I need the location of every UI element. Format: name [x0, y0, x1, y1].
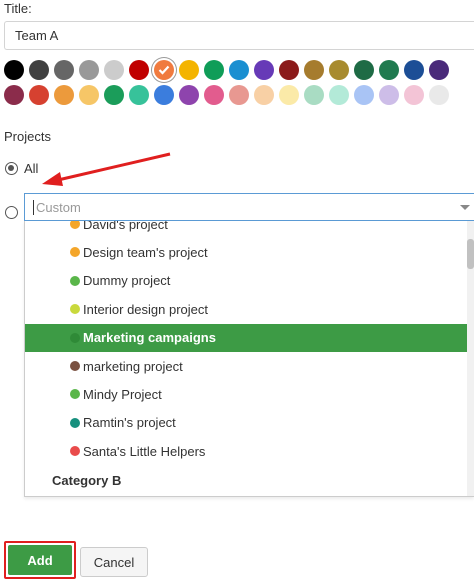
color-swatch[interactable]: [354, 85, 374, 105]
project-color-dot: [70, 221, 80, 229]
project-option-label: marketing project: [83, 358, 183, 374]
color-row-1: [4, 60, 474, 80]
title-input[interactable]: Team A: [4, 21, 474, 50]
color-swatch[interactable]: [304, 60, 324, 80]
color-swatch[interactable]: [304, 85, 324, 105]
color-swatch[interactable]: [154, 60, 174, 80]
color-row-2: [4, 85, 474, 105]
check-icon: [154, 60, 174, 80]
project-color-dot: [70, 389, 80, 400]
color-swatch[interactable]: [129, 60, 149, 80]
dropdown-scrollbar[interactable]: [467, 221, 474, 496]
project-color-dot: [70, 275, 80, 286]
color-swatch[interactable]: [54, 60, 74, 80]
project-option[interactable]: David's project: [25, 221, 468, 238]
color-swatch[interactable]: [429, 60, 449, 80]
project-option[interactable]: Marketing campaigns: [25, 323, 468, 352]
color-swatch[interactable]: [4, 85, 24, 105]
project-option-label: Santa's Little Helpers: [83, 443, 206, 459]
color-swatch[interactable]: [354, 60, 374, 80]
color-swatch[interactable]: [404, 85, 424, 105]
project-color-dot: [70, 332, 80, 343]
project-color-dot: [70, 361, 80, 371]
project-option[interactable]: Interior design project: [25, 295, 468, 323]
project-color-dot: [70, 417, 80, 428]
color-swatch[interactable]: [4, 60, 24, 80]
custom-projects-select[interactable]: Custom: [24, 193, 474, 221]
color-swatch[interactable]: [179, 60, 199, 80]
radio-all[interactable]: [5, 162, 18, 175]
color-swatch[interactable]: [79, 85, 99, 105]
color-swatch[interactable]: [104, 60, 124, 80]
project-option-label: Interior design project: [83, 301, 209, 317]
project-option-label: David's project: [83, 221, 168, 232]
projects-dropdown-list: David's project Design team's project Dumm…: [24, 221, 474, 497]
project-color-dot: [70, 304, 80, 315]
project-option-label: Ramtin's project: [83, 415, 176, 431]
color-swatch[interactable]: [29, 85, 49, 105]
color-swatch[interactable]: [329, 85, 349, 105]
color-swatch[interactable]: [379, 85, 399, 105]
color-swatch[interactable]: [79, 60, 99, 80]
project-option[interactable]: Ramtin's project: [25, 409, 468, 437]
project-option[interactable]: Design team's project: [25, 238, 468, 266]
category-header: Category B: [52, 473, 122, 488]
color-swatch[interactable]: [54, 85, 74, 105]
color-swatch[interactable]: [204, 85, 224, 105]
title-label: Title:: [4, 1, 32, 16]
color-swatch[interactable]: [104, 85, 124, 105]
project-option-label: Dummy project: [83, 273, 171, 289]
color-swatch[interactable]: [404, 60, 424, 80]
color-swatch[interactable]: [379, 60, 399, 80]
color-swatch[interactable]: [29, 60, 49, 80]
project-option[interactable]: marketing project: [25, 352, 468, 380]
project-option[interactable]: Mindy Project: [25, 380, 468, 408]
color-palette: [4, 60, 474, 110]
title-input-value: Team A: [15, 28, 59, 43]
color-swatch[interactable]: [229, 60, 249, 80]
project-color-dot: [70, 247, 80, 258]
scrollbar-thumb[interactable]: [467, 239, 474, 269]
color-swatch[interactable]: [179, 85, 199, 105]
cancel-button[interactable]: Cancel: [80, 547, 148, 577]
red-arrow-annotation: [42, 152, 171, 186]
chevron-down-icon[interactable]: [460, 205, 470, 210]
color-swatch[interactable]: [279, 85, 299, 105]
project-option[interactable]: Dummy project: [25, 267, 468, 295]
project-option[interactable]: Santa's Little Helpers: [25, 437, 468, 465]
text-cursor: [33, 199, 34, 215]
radio-custom[interactable]: [5, 206, 18, 219]
project-option-label: Design team's project: [83, 244, 208, 260]
color-swatch[interactable]: [429, 85, 449, 105]
custom-select-placeholder: Custom: [36, 199, 81, 215]
color-swatch[interactable]: [204, 60, 224, 80]
color-swatch[interactable]: [254, 60, 274, 80]
color-swatch[interactable]: [154, 85, 174, 105]
project-option-label: Mindy Project: [83, 386, 162, 402]
project-option-label: Marketing campaigns: [83, 330, 216, 346]
color-swatch[interactable]: [254, 85, 274, 105]
color-swatch[interactable]: [229, 85, 249, 105]
color-swatch[interactable]: [279, 60, 299, 80]
color-swatch[interactable]: [129, 85, 149, 105]
project-color-dot: [70, 446, 80, 457]
color-swatch[interactable]: [329, 60, 349, 80]
add-button[interactable]: Add: [8, 545, 72, 575]
add-button-highlight: Add: [4, 541, 76, 579]
projects-label: Projects: [4, 129, 51, 144]
